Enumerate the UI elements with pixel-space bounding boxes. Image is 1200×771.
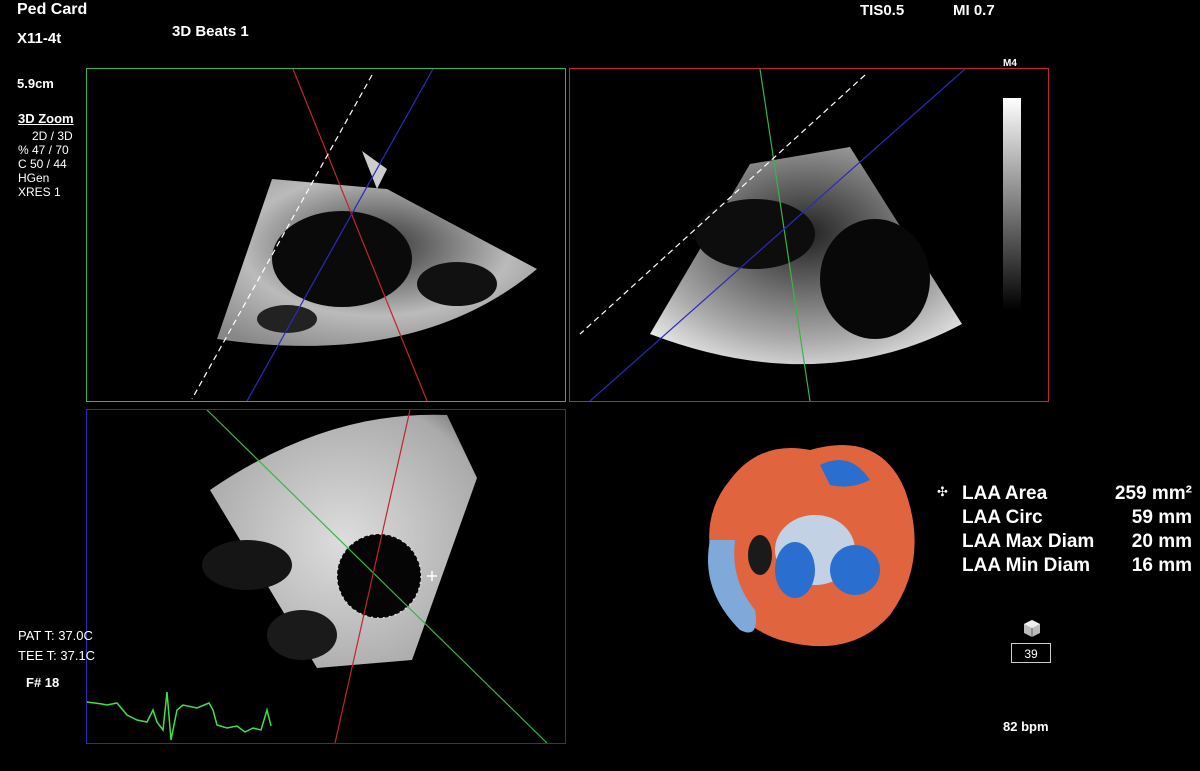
view-top-right-image (579, 68, 966, 402)
setting-line: C 50 / 44 (18, 157, 67, 171)
measurement-label: LAA Area (962, 483, 1048, 504)
frame-number: F# 18 (26, 675, 60, 690)
measurement-list: LAA Area 259 mm² LAA Circ 59 mm LAA Max Di… (962, 482, 1192, 578)
patient-temp: PAT T: 37.0C (18, 628, 93, 643)
setting-line: XRES 1 (18, 185, 61, 199)
measurement-label: LAA Circ (962, 507, 1043, 528)
setting-line: % 47 / 70 (18, 143, 69, 157)
mode-label: 3D Beats 1 (172, 23, 249, 40)
measurement-label: LAA Min Diam (962, 555, 1091, 576)
grayscale-map-bar (1003, 98, 1021, 310)
view-bottom-left-image (66, 409, 548, 744)
cube-icon[interactable] (1022, 618, 1042, 638)
frame-counter: 39 (1011, 643, 1051, 663)
preset-label: Ped Card (17, 1, 88, 18)
tis-label: TIS0.5 (860, 2, 905, 19)
view-top-right[interactable] (569, 68, 1049, 402)
view-top-left[interactable] (86, 68, 566, 402)
view-top-left-image (191, 68, 537, 402)
tee-temp: TEE T: 37.1C (18, 648, 96, 663)
measurement-value: 20 mm (1131, 531, 1192, 552)
ecg-trace (66, 691, 272, 741)
measurement-row: LAA Area 259 mm² (962, 482, 1192, 506)
laa-3d-render (708, 445, 915, 647)
view-bottom-left[interactable] (66, 409, 566, 744)
mi-label: MI 0.7 (953, 2, 995, 19)
depth-label: 5.9cm (17, 76, 54, 91)
zoom-title: 3D Zoom (18, 111, 74, 126)
measurement-value: 16 mm (1131, 555, 1192, 576)
probe-label: X11-4t (17, 30, 62, 47)
heart-rate: 82 bpm (1003, 719, 1049, 734)
measurement-row: LAA Max Diam 20 mm (962, 530, 1192, 554)
measurement-label: LAA Max Diam (962, 531, 1095, 552)
measure-cursor-icon: ✣ (937, 484, 948, 499)
measurement-row: LAA Circ 59 mm (962, 506, 1192, 530)
measurement-value: 59 mm (1131, 507, 1192, 528)
measurement-value: 259 mm² (1114, 483, 1192, 504)
measurement-row: LAA Min Diam 16 mm (962, 554, 1192, 578)
setting-line: 2D / 3D (32, 129, 73, 143)
setting-line: HGen (18, 171, 50, 185)
